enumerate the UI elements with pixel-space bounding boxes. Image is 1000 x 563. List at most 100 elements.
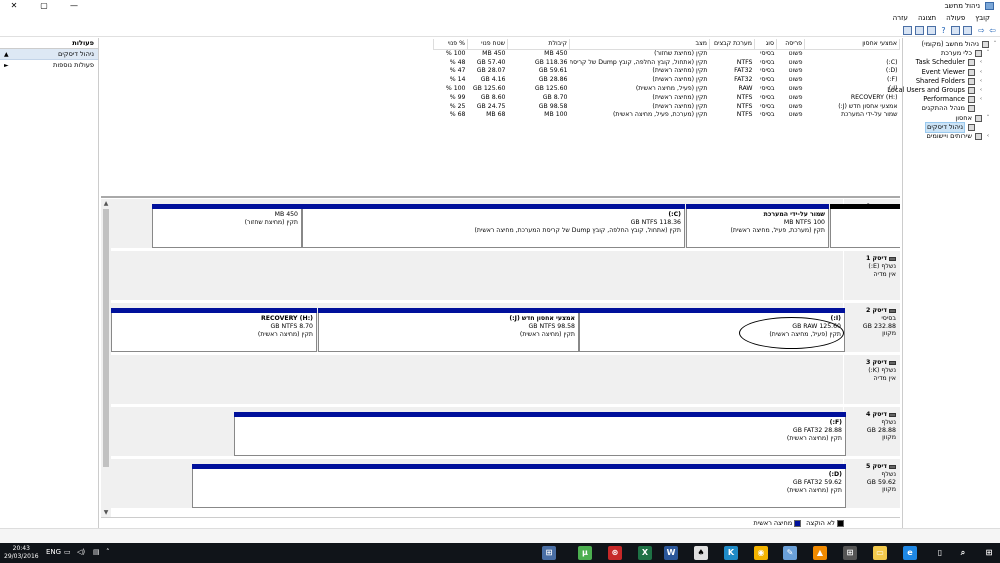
column-header[interactable]: פריסה xyxy=(776,39,805,50)
action-arrow-icon[interactable]: ► xyxy=(4,60,9,71)
clock[interactable]: 20:43 29/03/2016 xyxy=(4,545,39,560)
expand-caret-icon[interactable]: › xyxy=(978,86,984,95)
tree-item[interactable]: › Local Users and Groups xyxy=(887,86,1000,95)
search-icon[interactable]: ⌕ xyxy=(956,546,970,560)
computer-management-window: ניהול מחשב ✕ ▢ — קובץ פעולה תצוגה עזרה ⇦… xyxy=(0,0,1000,543)
table-row[interactable]: אמצעי אחסון חדש (J:) פשוט בסיסי NTFS תקין (מ… xyxy=(434,102,900,111)
menu-help[interactable]: עזרה xyxy=(893,14,908,22)
file-explorer-icon[interactable]: ▭ xyxy=(873,546,887,560)
expand-caret-icon[interactable]: ˅ xyxy=(985,114,991,123)
tray-expand-icon[interactable]: ˄ xyxy=(106,548,110,556)
expand-caret-icon[interactable]: › xyxy=(978,68,984,77)
network-icon[interactable]: ▤ xyxy=(93,548,100,556)
volume-list-icon[interactable] xyxy=(915,26,924,35)
column-header[interactable]: סוג xyxy=(754,39,777,50)
graphical-view-icon[interactable] xyxy=(903,26,912,35)
expand-caret-icon[interactable]: › xyxy=(978,95,984,104)
action-item[interactable]: פעולות נוספות ► xyxy=(0,60,98,71)
column-header[interactable]: מצב xyxy=(569,39,710,50)
task-view-icon[interactable]: ▯ xyxy=(933,546,947,560)
table-row[interactable]: (D:) פשוט בסיסי FAT32 תקין (מחיצה ראשית) 59.6… xyxy=(434,67,900,76)
utorrent-icon[interactable]: µ xyxy=(578,546,592,560)
partition[interactable]: RECOVERY (H:) 8.70 GB NTFS תקין (מחיצה ראש… xyxy=(111,308,317,352)
forward-arrow-icon[interactable]: ⇨ xyxy=(977,26,986,35)
close-button[interactable]: ✕ xyxy=(0,0,28,12)
minimize-button[interactable]: — xyxy=(60,0,88,12)
language-indicator[interactable]: ENG xyxy=(46,548,61,556)
kodi-icon[interactable]: K xyxy=(724,546,738,560)
notepad-icon[interactable]: ✎ xyxy=(783,546,797,560)
scroll-up-icon[interactable]: ▲ xyxy=(101,199,111,208)
disk-info[interactable]: דיסק 1 נשלף (E:) אין מדיה xyxy=(843,251,900,300)
partition[interactable]: 351 MBלא הוקצה xyxy=(830,204,900,248)
properties-icon[interactable] xyxy=(951,26,960,35)
edge-icon[interactable]: e xyxy=(903,546,917,560)
table-row[interactable]: (F:) פשוט בסיסי FAT32 תקין (מחיצה ראשית) 28.8… xyxy=(434,75,900,84)
menu-view[interactable]: תצוגה xyxy=(918,14,936,22)
table-cell: 100 MB xyxy=(544,111,568,119)
notification-icon[interactable]: ▭ xyxy=(64,548,71,556)
media-app-icon[interactable]: ⊛ xyxy=(608,546,622,560)
partition[interactable]: (C:) 118.36 GB NTFS תקין (אתחול, קובץ החלפ… xyxy=(302,204,685,248)
disk-info[interactable]: דיסק 4 נשלף 28.88 GB מקוון xyxy=(843,407,900,456)
partition[interactable]: (F:) 28.88 GB FAT32 תקין (מחיצה ראשית) xyxy=(234,412,846,456)
partition[interactable]: (D:) 59.62 GB FAT32 תקין (מחיצה ראשית) xyxy=(192,464,846,508)
tree-item[interactable]: › Event Viewer xyxy=(903,68,1000,77)
table-row[interactable]: (I:) פשוט בסיסי RAW תקין (פעיל, מחיצה ראשית)… xyxy=(434,84,900,93)
vlc-icon[interactable]: ▲ xyxy=(813,546,827,560)
table-row[interactable]: פשוט בסיסי תקין (מחיצת שחזור) 450 MB 450 MB 1… xyxy=(434,49,900,58)
scroll-down-icon[interactable]: ▼ xyxy=(101,508,111,517)
tree-item[interactable]: ניהול דיסקים xyxy=(903,121,1000,133)
start-icon[interactable]: ⊞ xyxy=(982,546,996,560)
partition-title: (C:) xyxy=(668,211,681,218)
disk-info[interactable]: דיסק 3 נשלף (K:) אין מדיה xyxy=(843,355,900,404)
tree-item[interactable]: › Shared Folders xyxy=(903,77,1000,86)
vertical-scrollbar[interactable]: ▲ ▼ xyxy=(101,199,111,517)
expand-caret-icon[interactable]: ˅ xyxy=(992,40,998,49)
up-folder-icon[interactable] xyxy=(963,26,972,35)
word-icon[interactable]: W xyxy=(664,546,678,560)
column-header[interactable]: אמצעי אחסון xyxy=(804,39,900,50)
table-row[interactable]: RECOVERY (H:) פשוט בסיסי NTFS תקין (מחיצה רא… xyxy=(434,93,900,102)
table-row[interactable]: (C:) פשוט בסיסי NTFS תקין (אתחול, קובץ החלפה… xyxy=(434,58,900,67)
table-cell: תקין (מערכת, פעיל, מחיצה ראשית) xyxy=(612,111,708,119)
column-header[interactable]: % פנוי xyxy=(433,39,468,50)
partition[interactable]: שמור על-ידי המערכת 100 MB NTFS תקין (מערכת… xyxy=(686,204,829,248)
tree-item[interactable]: › Task Scheduler xyxy=(903,58,1000,67)
expand-caret-icon[interactable]: › xyxy=(978,58,984,67)
disk-info[interactable]: דיסק 5 נשלף 59.62 GB מקוון xyxy=(843,459,900,508)
tree-item[interactable]: מנהל ההתקנים xyxy=(903,104,1000,113)
action-item[interactable]: ניהול דיסקים ▲ xyxy=(0,49,98,60)
column-header[interactable]: קיבולת xyxy=(507,39,570,50)
computer-management-icon[interactable]: ⊞ xyxy=(542,546,556,560)
column-header[interactable]: שטח פנוי xyxy=(467,39,508,50)
help-icon[interactable]: ? xyxy=(939,26,948,35)
partition[interactable]: אמצעי אחסון חדש (J:) 98.58 GB NTFS תקין (מ… xyxy=(318,308,579,352)
volume-icon[interactable]: ◁) xyxy=(77,548,85,556)
partition[interactable]: 450 MB תקין (מחיצת שחזור) xyxy=(152,204,302,248)
solitaire-icon[interactable]: ♠ xyxy=(694,546,708,560)
disk-info[interactable]: דיסק 2 בסיסי 232.88 GB מקוון xyxy=(843,303,900,352)
excel-icon[interactable]: X xyxy=(638,546,652,560)
expand-caret-icon[interactable]: › xyxy=(978,77,984,86)
maximize-button[interactable]: ▢ xyxy=(30,0,58,12)
tree-item[interactable]: › Performance xyxy=(903,95,1000,104)
scroll-thumb[interactable] xyxy=(103,209,109,467)
tree-item[interactable]: ˅ ניהול מחשב (מקומי) xyxy=(903,40,1000,49)
tree-item[interactable]: › שירותים ויישומים xyxy=(903,132,1000,141)
column-header[interactable]: מערכת קבצים xyxy=(709,39,755,50)
menu-file[interactable]: קובץ xyxy=(975,14,990,22)
action-arrow-icon[interactable]: ▲ xyxy=(4,49,9,60)
chrome-icon[interactable]: ◉ xyxy=(754,546,768,560)
expand-caret-icon[interactable]: ˅ xyxy=(985,49,991,58)
store-icon[interactable]: ⊞ xyxy=(843,546,857,560)
disk-list-icon[interactable] xyxy=(927,26,936,35)
menu-action[interactable]: פעולה xyxy=(946,14,965,22)
computer-icon xyxy=(982,41,989,49)
console-tree: ˅ ניהול מחשב (מקומי) ˅ כלי מערכת › Task Sched… xyxy=(887,38,1000,528)
expand-caret-icon[interactable]: › xyxy=(985,132,991,141)
tree-item[interactable]: ˅ כלי מערכת xyxy=(903,49,1000,58)
legend-primary-label: מחיצה ראשית xyxy=(753,519,793,527)
back-arrow-icon[interactable]: ⇦ xyxy=(988,26,997,35)
table-row[interactable]: שמור על-ידי המערכת פשוט בסיסי NTFS תקין (מער… xyxy=(434,111,900,120)
